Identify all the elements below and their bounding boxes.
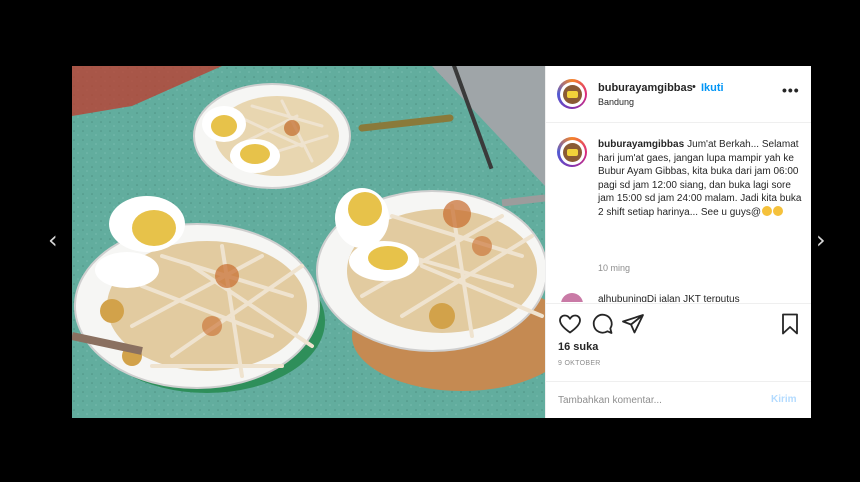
commenter-avatar[interactable]: [561, 293, 583, 302]
more-options-icon[interactable]: •••: [782, 82, 800, 98]
post-comment-button[interactable]: Kirim: [771, 394, 797, 405]
location-link[interactable]: Bandung: [598, 97, 634, 107]
post-modal: buburayamgibbas • Ikuti Bandung ••• bubu…: [72, 66, 811, 418]
food-photo-illustration: [72, 66, 545, 418]
likes-count[interactable]: 16 suka: [558, 341, 598, 353]
action-bar: 16 suka 9 OKTOBER: [546, 303, 811, 382]
post-date: 9 OKTOBER: [558, 360, 601, 367]
bookmark-icon[interactable]: [778, 312, 802, 336]
post-header: buburayamgibbas • Ikuti Bandung •••: [546, 66, 811, 123]
follow-button[interactable]: Ikuti: [701, 82, 724, 94]
author-avatar[interactable]: [557, 79, 587, 109]
add-comment-bar: Kirim: [546, 381, 811, 419]
next-comment-preview: alhubuningDi jalan JKT terputus: [598, 294, 740, 302]
caption-username[interactable]: buburayamgibbas: [598, 139, 684, 150]
comment-input[interactable]: [558, 391, 748, 409]
caption-text: Jum'at Berkah... Selamat hari jum'at gae…: [598, 139, 802, 218]
post-side-panel: buburayamgibbas • Ikuti Bandung ••• bubu…: [545, 66, 811, 418]
post-photo: [72, 66, 545, 418]
share-icon[interactable]: [621, 312, 645, 336]
comment-icon[interactable]: [590, 312, 614, 336]
emoji-icon: [762, 205, 773, 216]
post-caption: buburayamgibbas Jum'at Berkah... Selamat …: [598, 138, 803, 219]
author-username[interactable]: buburayamgibbas: [598, 82, 693, 94]
emoji-icon: [773, 205, 784, 216]
comments-section[interactable]: buburayamgibbas Jum'at Berkah... Selamat …: [546, 123, 811, 302]
prev-post-chevron-left-icon[interactable]: ‹: [48, 228, 58, 252]
post-time: 10 ming: [598, 263, 631, 273]
caption-author-avatar[interactable]: [557, 137, 587, 167]
heart-icon[interactable]: [558, 312, 582, 336]
separator-dot: •: [692, 81, 696, 93]
next-post-chevron-right-icon[interactable]: ›: [816, 228, 826, 252]
